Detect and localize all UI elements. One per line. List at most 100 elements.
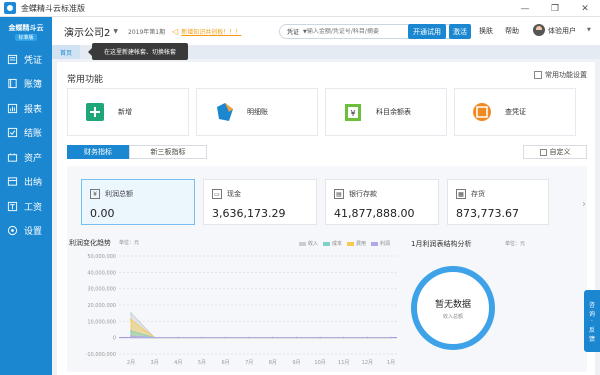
float-char: 询 [588, 310, 595, 318]
float-char: · [591, 317, 593, 325]
chevron-down-icon[interactable]: ▼ [587, 27, 591, 33]
skin-link[interactable]: 换肤 [479, 26, 493, 36]
data-point-3 [224, 336, 227, 339]
data-point-1 [130, 330, 132, 333]
function-card-add[interactable]: 新增 [67, 88, 189, 136]
legend-label: 成本 [332, 241, 343, 247]
legend-item[interactable]: 利润 [371, 240, 390, 247]
next-arrow-icon[interactable]: › [582, 199, 586, 210]
svg-text:¥: ¥ [350, 109, 355, 118]
restore-button[interactable]: ❐ [540, 0, 570, 17]
legend-label: 费用 [356, 241, 367, 247]
series-area-1 [130, 330, 391, 339]
tab-home[interactable]: 首页 [52, 45, 80, 59]
window-controls: — ❐ ✕ [510, 0, 600, 17]
chevron-down-icon[interactable]: ▼ [113, 28, 118, 35]
metric-card-bank[interactable]: ▤ 银行存款 41,877,888.00 [325, 179, 439, 225]
function-card-detail-ledger[interactable]: 明细账 [196, 88, 318, 136]
metric-value: 0.00 [90, 207, 115, 220]
function-card-search-voucher[interactable]: 查凭证 [454, 88, 576, 136]
open-trial-button[interactable]: 开通试用 [408, 24, 446, 39]
minimize-button[interactable]: — [510, 0, 540, 17]
megaphone-icon: ◁ [172, 26, 179, 36]
app-title: 金蝶精斗云标准版 [21, 3, 85, 13]
report-icon [6, 102, 18, 114]
function-label: 明细账 [247, 108, 268, 116]
cashier-icon [6, 176, 18, 188]
sidebar-item-label: 结账 [24, 129, 43, 140]
legend-swatch [347, 241, 354, 246]
metric-card-inventory[interactable]: ▦ 存货 873,773.67 [447, 179, 549, 225]
y-tick-label: 0 [113, 336, 116, 342]
x-tick-label: 5月 [198, 360, 206, 366]
consult-feedback-button[interactable]: 咨 询 · 反 馈 [584, 290, 600, 352]
asset-icon [6, 151, 18, 163]
donut-empty-text: 暂无数据 [434, 299, 471, 310]
y-tick-label: -10,000,000 [86, 352, 116, 358]
data-point-3 [130, 335, 132, 337]
function-card-balance-sheet[interactable]: ¥ 科目余额表 [325, 88, 447, 136]
function-settings-button[interactable]: 常用功能设置 [534, 68, 587, 82]
legend-item[interactable]: 收入 [299, 240, 318, 247]
sidebar-item-report[interactable]: 报表 [0, 96, 52, 121]
notice-link[interactable]: 新增知识共创板！！！ [181, 27, 241, 36]
brand-name: 金蝶精斗云 [8, 24, 44, 32]
section-title: 常用功能 [67, 75, 104, 85]
float-char: 咨 [588, 301, 595, 309]
search-type-select[interactable]: 凭证 [280, 27, 303, 36]
user-menu[interactable]: 体验用户 [548, 26, 576, 36]
sidebar-item-asset[interactable]: 资产 [0, 145, 52, 170]
x-tick-label: 7月 [245, 360, 253, 366]
x-tick-label: 1月 [387, 360, 395, 366]
metric-label: 存货 [471, 190, 485, 198]
sidebar-item-label: 凭证 [24, 55, 43, 66]
tab-neeq-indicators[interactable]: 新三板指标 [129, 145, 207, 159]
cash-icon: ▭ [212, 189, 222, 199]
data-point-3 [271, 336, 274, 339]
sidebar-item-salary[interactable]: 工资 [0, 194, 52, 219]
chart-title: 利润变化趋势 [69, 239, 111, 247]
metric-card-cash[interactable]: ▭ 现金 3,636,173.29 [203, 179, 317, 225]
float-char: 反 [588, 326, 595, 334]
closing-icon [6, 127, 18, 139]
help-link[interactable]: 帮助 [505, 26, 519, 36]
sidebar-item-label: 账簿 [24, 80, 43, 91]
settings-icon [6, 225, 18, 237]
pie-title: 1月利润表结构分析 [411, 240, 472, 248]
series-area-2 [130, 318, 391, 339]
legend-item[interactable]: 成本 [323, 240, 342, 247]
legend-item[interactable]: 费用 [347, 240, 366, 247]
sidebar-item-cashier[interactable]: 出纳 [0, 170, 52, 195]
avatar[interactable] [533, 24, 545, 36]
x-tick-label: 2月 [127, 360, 135, 366]
sidebar-item-label: 出纳 [24, 178, 43, 189]
sidebar-item-closing[interactable]: 结账 [0, 121, 52, 146]
settings-square-icon [534, 71, 542, 79]
close-button[interactable]: ✕ [570, 0, 600, 17]
metrics-area: ¥ 利润总额 0.00 ▭ 现金 3,636,173.29 ▤ 银行存款 41,877… [67, 166, 587, 372]
ledger-icon [6, 78, 18, 90]
x-tick-label: 12月 [362, 360, 373, 366]
tab-finance-indicators[interactable]: 财务指标 [67, 145, 129, 159]
sidebar-item-voucher[interactable]: 凭证 [0, 47, 52, 72]
profit-structure-donut: 暂无数据 收入总额 [411, 266, 495, 350]
function-label: 科目余额表 [376, 108, 411, 116]
sidebar-item-settings[interactable]: 设置 [0, 219, 52, 244]
y-tick-label: 40,000,000 [87, 270, 116, 276]
data-point-3 [295, 336, 298, 339]
y-tick-label: 50,000,000 [87, 254, 116, 260]
donut-sub-text: 收入总额 [442, 313, 463, 320]
sidebar-item-ledger[interactable]: 账簿 [0, 72, 52, 97]
function-label: 新增 [118, 108, 132, 116]
x-tick-label: 9月 [292, 360, 300, 366]
company-selector[interactable]: 演示公司2 [64, 24, 110, 39]
customize-button[interactable]: 自定义 [523, 145, 587, 159]
window-titlebar: 金蝶精斗云标准版 — ❐ ✕ [0, 0, 600, 17]
series-area-3 [130, 335, 391, 339]
activate-button[interactable]: 激活 [449, 24, 471, 39]
main-panel: 常用功能 常用功能设置 新增 明细账 ¥ 科目余额表 查凭证 财务指标 新三板指… [57, 62, 595, 375]
function-label: 查凭证 [505, 108, 526, 116]
metric-label: 银行存款 [349, 190, 377, 198]
bank-icon: ▤ [334, 189, 344, 199]
metric-card-profit[interactable]: ¥ 利润总额 0.00 [81, 179, 195, 225]
